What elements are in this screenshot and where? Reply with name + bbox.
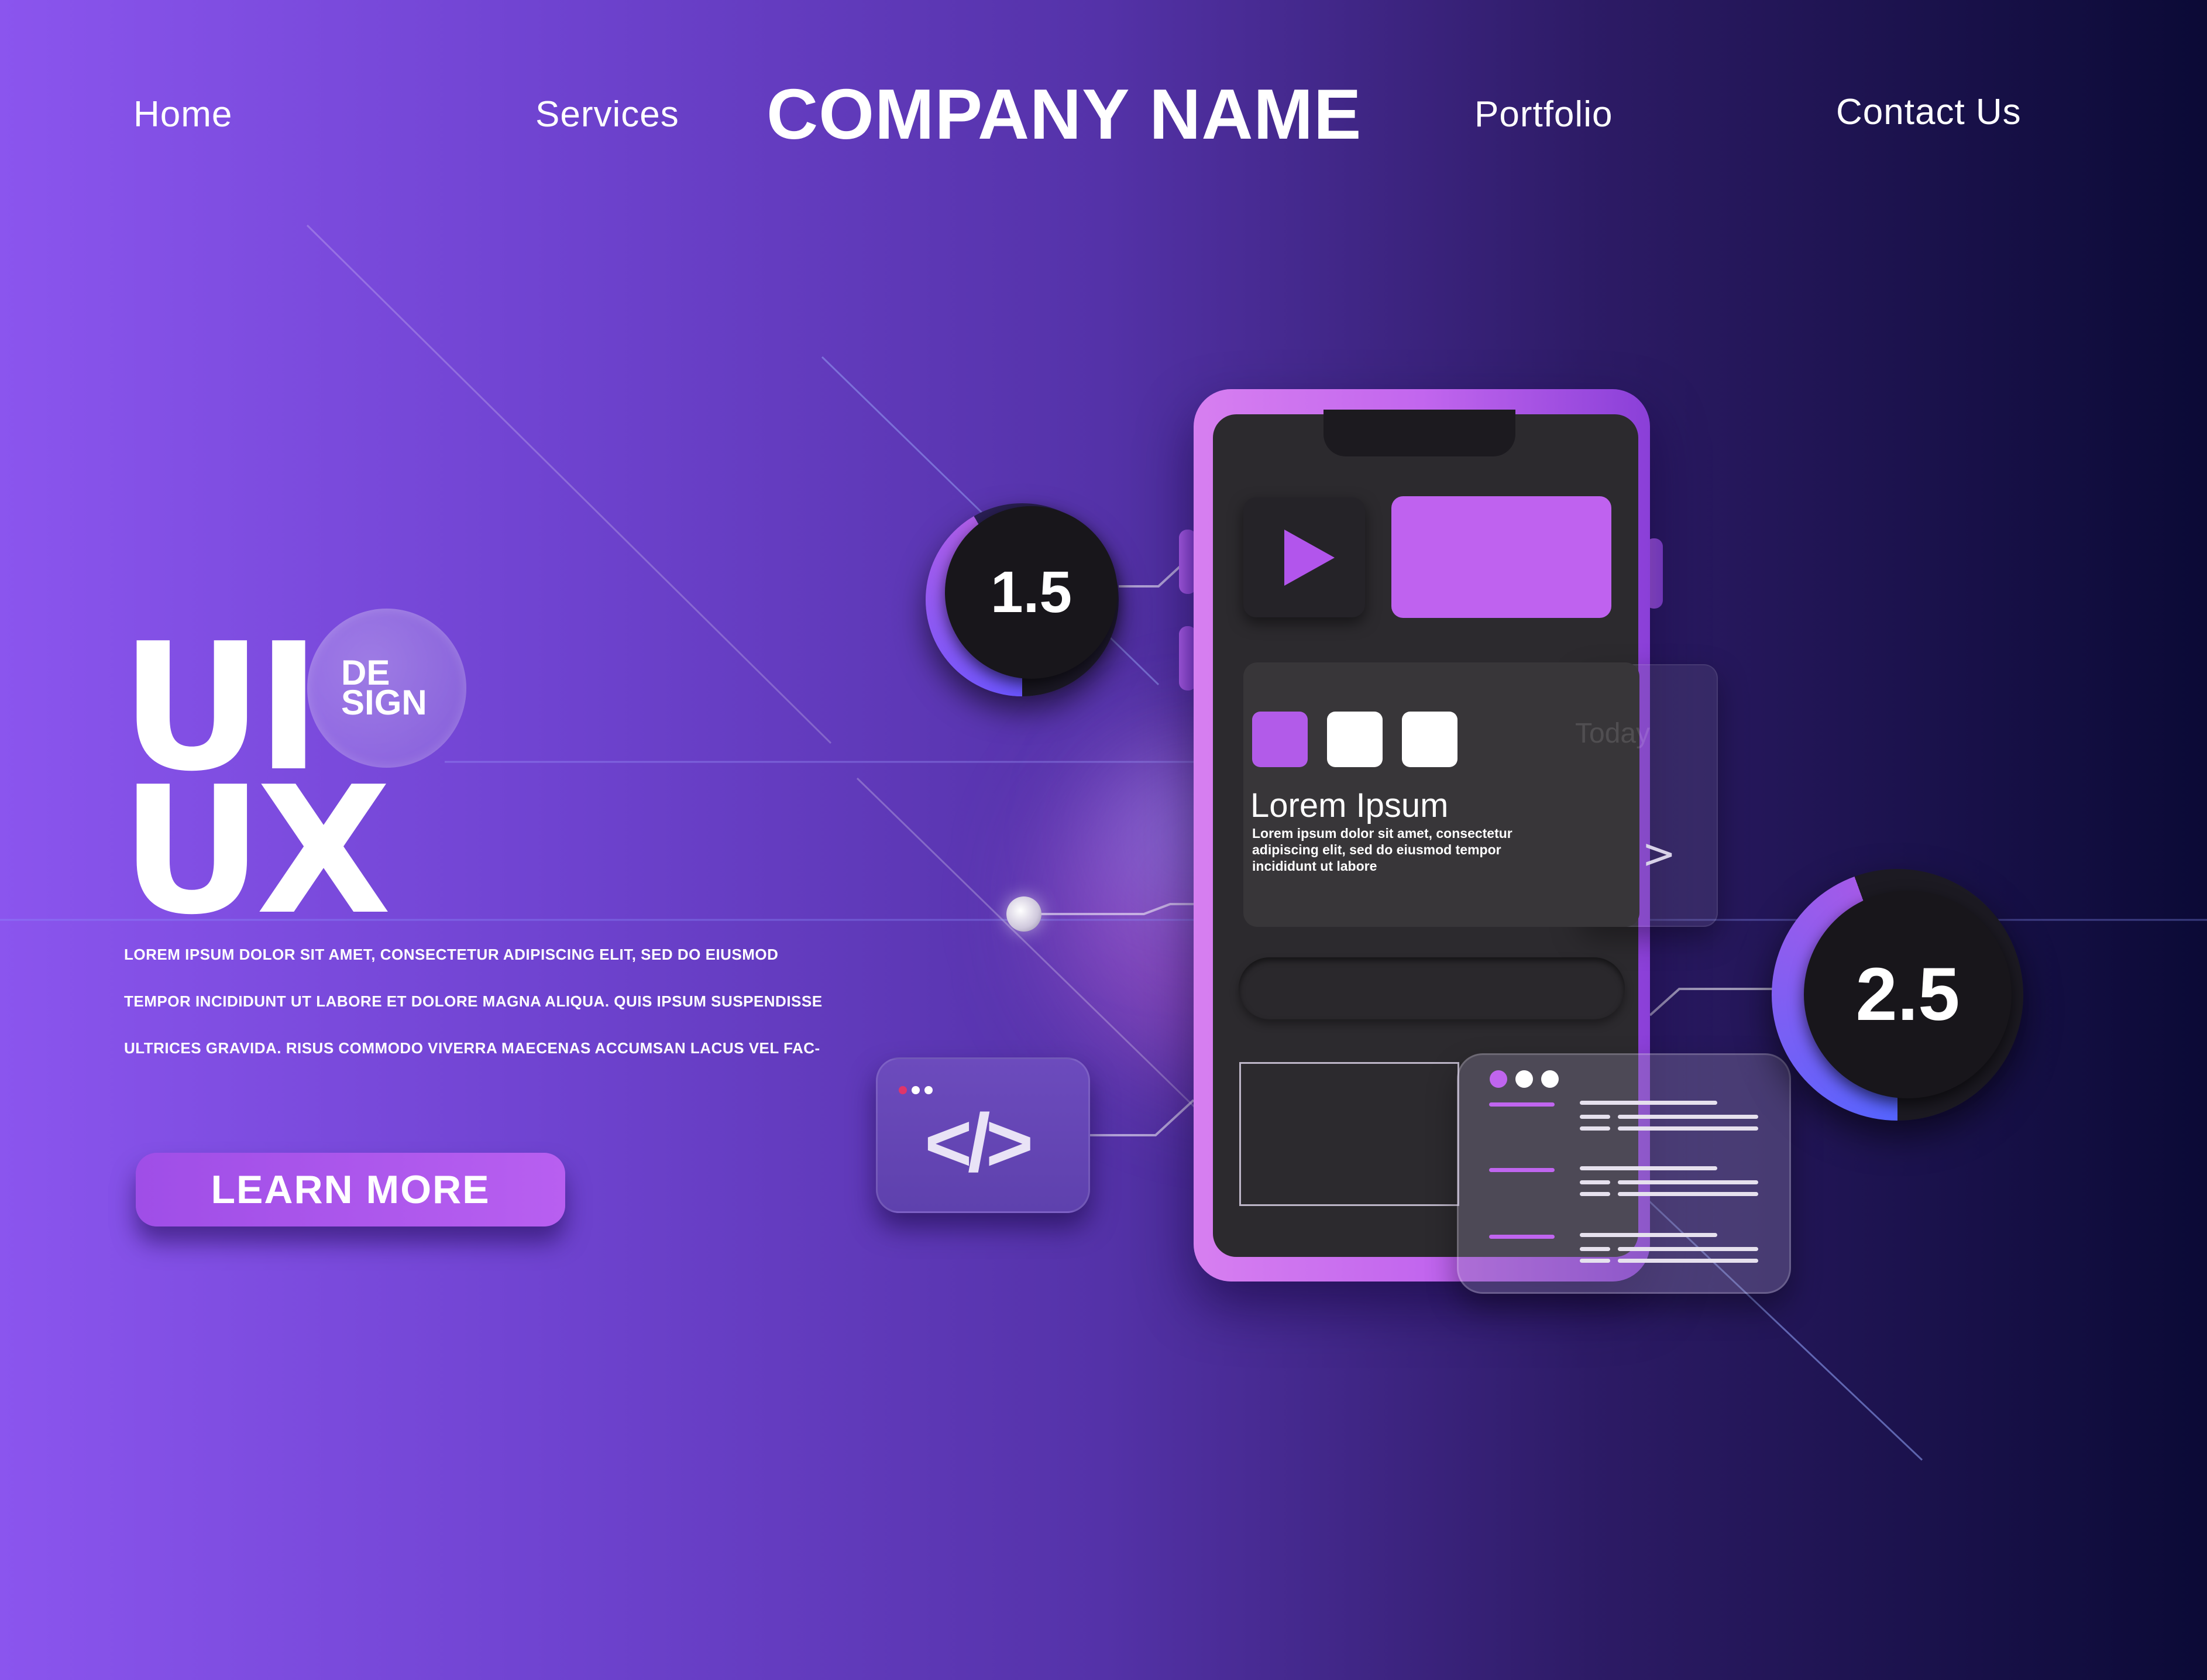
nav-services[interactable]: Services [535, 94, 679, 135]
learn-more-button[interactable]: LEARN MORE [136, 1153, 565, 1226]
list-item-accent [1489, 1235, 1555, 1239]
list-item-accent [1489, 1168, 1555, 1172]
hero-description-line-3: ULTRICES GRAVIDA. RISUS COMMODO VIVERRA … [124, 1039, 820, 1057]
card-body: Lorem ipsum dolor sit amet, consectetur … [1252, 826, 1512, 874]
image-placeholder [1239, 1062, 1459, 1206]
connector-bead [1006, 896, 1041, 932]
code-card[interactable]: </> [876, 1057, 1090, 1213]
ring-value-left: 1.5 [945, 506, 1118, 679]
play-icon [1284, 530, 1335, 586]
tag-square-white[interactable] [1402, 712, 1457, 767]
card-title: Lorem Ipsum [1250, 786, 1449, 824]
list-item-line [1618, 1180, 1758, 1184]
today-label: Today [1575, 718, 1651, 749]
tag-square-white[interactable] [1327, 712, 1383, 767]
list-item-line [1580, 1247, 1610, 1251]
list-item-line [1580, 1259, 1610, 1263]
window-dot-white [924, 1086, 933, 1094]
window-dot-purple [1490, 1070, 1507, 1088]
list-item-accent [1489, 1102, 1555, 1107]
company-name: COMPANY NAME [766, 74, 1362, 154]
learn-more-label: LEARN MORE [211, 1167, 490, 1212]
hero-description-line-2: TEMPOR INCIDIDUNT UT LABORE ET DOLORE MA… [124, 992, 823, 1010]
list-item-line [1618, 1192, 1758, 1196]
list-item-line [1580, 1233, 1717, 1237]
window-dot-white [912, 1086, 920, 1094]
list-item-line [1580, 1166, 1717, 1170]
chevron-right-icon[interactable]: > [1642, 830, 1676, 878]
input-pill[interactable] [1239, 957, 1625, 1019]
list-item-line [1580, 1101, 1717, 1105]
play-button[interactable] [1243, 497, 1365, 617]
list-item-line [1618, 1259, 1758, 1263]
code-icon: </> [924, 1097, 1033, 1188]
list-item-line [1618, 1247, 1758, 1251]
list-card [1457, 1053, 1791, 1294]
list-item-line [1618, 1115, 1758, 1119]
list-item-line [1618, 1126, 1758, 1131]
hero-description-line-1: LOREM IPSUM DOLOR SIT AMET, CONSECTETUR … [124, 946, 779, 963]
nav-home[interactable]: Home [133, 94, 232, 135]
hero-ux-text: UX [121, 749, 391, 953]
media-banner-tile[interactable] [1391, 496, 1611, 618]
window-dot-red [899, 1086, 907, 1094]
list-item-line [1580, 1126, 1610, 1131]
tag-square-purple[interactable] [1252, 712, 1308, 767]
nav-portfolio[interactable]: Portfolio [1474, 94, 1613, 135]
ring-value-right: 2.5 [1804, 891, 2012, 1098]
nav-contact[interactable]: Contact Us [1836, 91, 2022, 133]
window-dot-white [1541, 1070, 1559, 1088]
window-dot-white [1515, 1070, 1533, 1088]
design-bubble: DE SIGN [307, 609, 466, 768]
list-item-line [1580, 1115, 1610, 1119]
list-item-line [1580, 1180, 1610, 1184]
phone-notch [1323, 410, 1515, 456]
list-item-line [1580, 1192, 1610, 1196]
design-label: DE SIGN [341, 653, 427, 722]
